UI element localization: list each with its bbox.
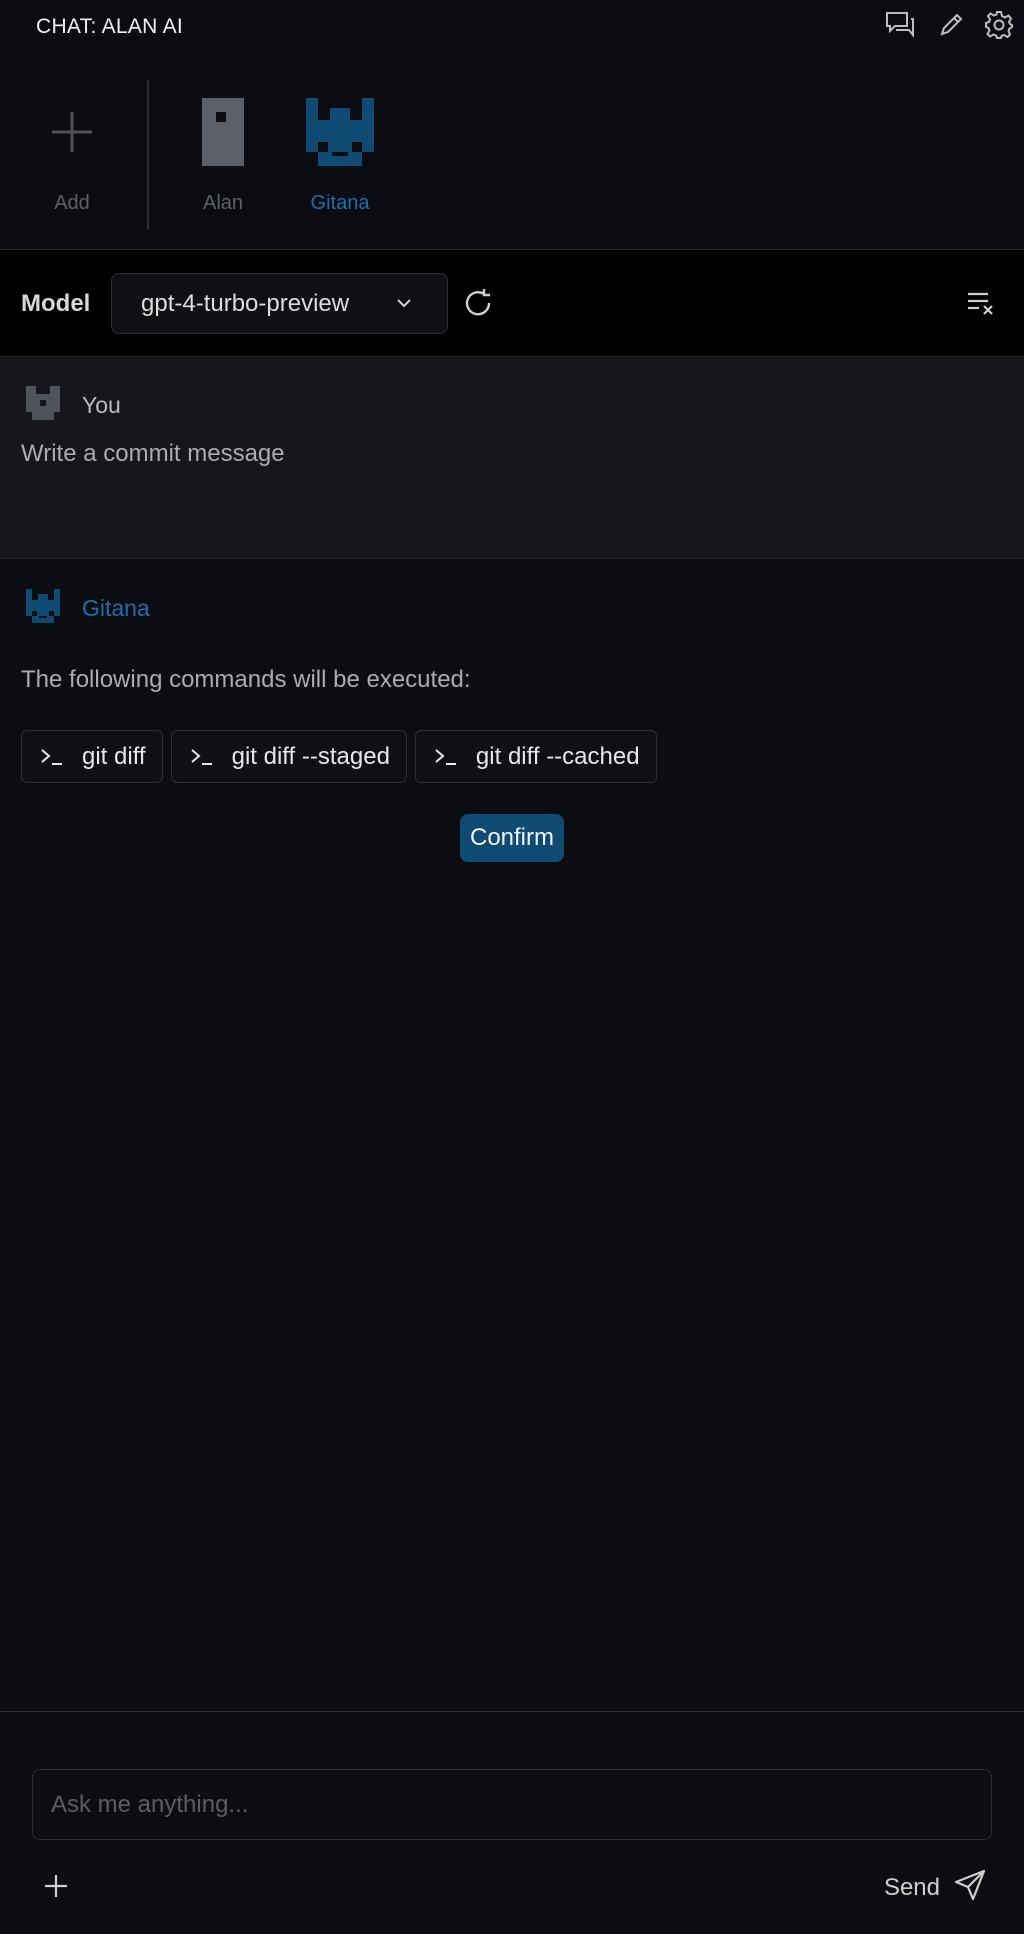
chat-app: CHAT: ALAN AI Add Alan Gitana Model gpt-… bbox=[0, 0, 1024, 1934]
agent-label: Add bbox=[54, 192, 90, 214]
send-button[interactable]: Send bbox=[884, 1869, 986, 1906]
terminal-icon bbox=[190, 747, 214, 767]
gitana-avatar-icon bbox=[26, 589, 60, 628]
plus-icon bbox=[42, 1875, 70, 1904]
user-avatar-icon bbox=[26, 386, 60, 425]
send-label: Send bbox=[883, 1873, 940, 1901]
model-select-value: gpt-4-turbo-preview bbox=[141, 289, 350, 317]
agent-gitana[interactable]: Gitana bbox=[292, 96, 388, 215]
agent-picker: Add Alan Gitana bbox=[0, 56, 1024, 250]
alan-avatar-icon bbox=[175, 96, 271, 168]
add-attachment-button[interactable] bbox=[42, 1872, 70, 1900]
clear-list-icon bbox=[966, 292, 996, 320]
command-chip[interactable]: git diff --cached bbox=[414, 730, 657, 783]
composer: Send bbox=[0, 1711, 1024, 1934]
message-text: Write a commit message bbox=[21, 440, 285, 467]
command-text: git diff bbox=[82, 742, 146, 770]
agent-label: Alan bbox=[202, 192, 244, 214]
assistant-message: Gitana The following commands will be ex… bbox=[0, 559, 1024, 1711]
chevron-down-icon bbox=[395, 294, 413, 317]
chat-input-box bbox=[32, 1769, 992, 1840]
command-text: git diff --staged bbox=[231, 742, 390, 770]
message-author: Gitana bbox=[82, 595, 150, 621]
command-chip[interactable]: git diff bbox=[21, 730, 163, 783]
settings-button[interactable] bbox=[982, 10, 1016, 44]
gitana-avatar-icon bbox=[292, 96, 388, 168]
confirm-button[interactable]: Confirm bbox=[460, 814, 564, 862]
gear-icon bbox=[984, 10, 1014, 45]
agent-label: Gitana bbox=[310, 192, 370, 214]
refresh-icon bbox=[462, 289, 494, 324]
agent-alan[interactable]: Alan bbox=[175, 96, 271, 215]
terminal-icon bbox=[434, 747, 458, 767]
message-header: Gitana bbox=[26, 589, 150, 628]
message-author: You bbox=[82, 392, 121, 418]
chat-input[interactable] bbox=[51, 1790, 991, 1819]
command-list: git diff git diff --staged git diff --ca… bbox=[21, 730, 657, 783]
command-text: git diff --cached bbox=[475, 742, 640, 770]
send-icon bbox=[954, 1869, 986, 1906]
terminal-icon bbox=[40, 747, 64, 767]
edit-button[interactable] bbox=[934, 10, 968, 44]
pencil-icon bbox=[937, 11, 965, 44]
message-header: You bbox=[26, 386, 121, 425]
message-text: The following commands will be executed: bbox=[21, 666, 471, 693]
plus-icon bbox=[24, 96, 120, 168]
model-bar: Model gpt-4-turbo-preview bbox=[0, 250, 1024, 357]
refresh-button[interactable] bbox=[462, 288, 494, 320]
model-label: Model bbox=[21, 290, 91, 317]
chat-button[interactable] bbox=[879, 10, 921, 62]
panel-title: CHAT: ALAN AI bbox=[36, 15, 184, 38]
title-bar: CHAT: ALAN AI bbox=[0, 0, 1024, 62]
clear-chat-button[interactable] bbox=[966, 290, 996, 318]
agents-divider bbox=[147, 80, 149, 230]
command-chip[interactable]: git diff --staged bbox=[170, 730, 407, 783]
agent-add[interactable]: Add bbox=[24, 96, 120, 215]
model-select[interactable]: gpt-4-turbo-preview bbox=[111, 273, 448, 334]
chat-icon bbox=[885, 11, 915, 44]
user-message: You Write a commit message bbox=[0, 358, 1024, 559]
